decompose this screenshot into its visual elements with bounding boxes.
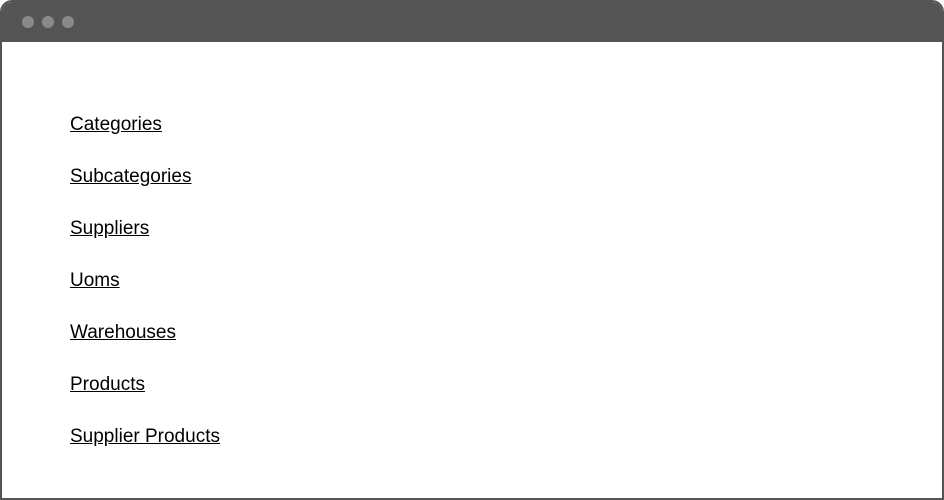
window-close-dot[interactable]	[22, 16, 34, 28]
list-item: Products	[70, 374, 942, 396]
window-minimize-dot[interactable]	[42, 16, 54, 28]
list-item: Subcategories	[70, 166, 942, 188]
nav-link-products[interactable]: Products	[70, 374, 145, 396]
nav-link-supplier-products[interactable]: Supplier Products	[70, 426, 220, 448]
nav-link-suppliers[interactable]: Suppliers	[70, 218, 149, 240]
list-item: Suppliers	[70, 218, 942, 240]
nav-list: Categories Subcategories Suppliers Uoms …	[70, 114, 942, 448]
list-item: Warehouses	[70, 322, 942, 344]
nav-link-warehouses[interactable]: Warehouses	[70, 322, 176, 344]
window-frame: Categories Subcategories Suppliers Uoms …	[0, 0, 944, 500]
list-item: Categories	[70, 114, 942, 136]
window-titlebar	[2, 2, 942, 42]
list-item: Uoms	[70, 270, 942, 292]
list-item: Supplier Products	[70, 426, 942, 448]
main-content: Categories Subcategories Suppliers Uoms …	[2, 42, 942, 448]
nav-link-uoms[interactable]: Uoms	[70, 270, 120, 292]
nav-link-categories[interactable]: Categories	[70, 114, 162, 136]
window-maximize-dot[interactable]	[62, 16, 74, 28]
nav-link-subcategories[interactable]: Subcategories	[70, 166, 191, 188]
